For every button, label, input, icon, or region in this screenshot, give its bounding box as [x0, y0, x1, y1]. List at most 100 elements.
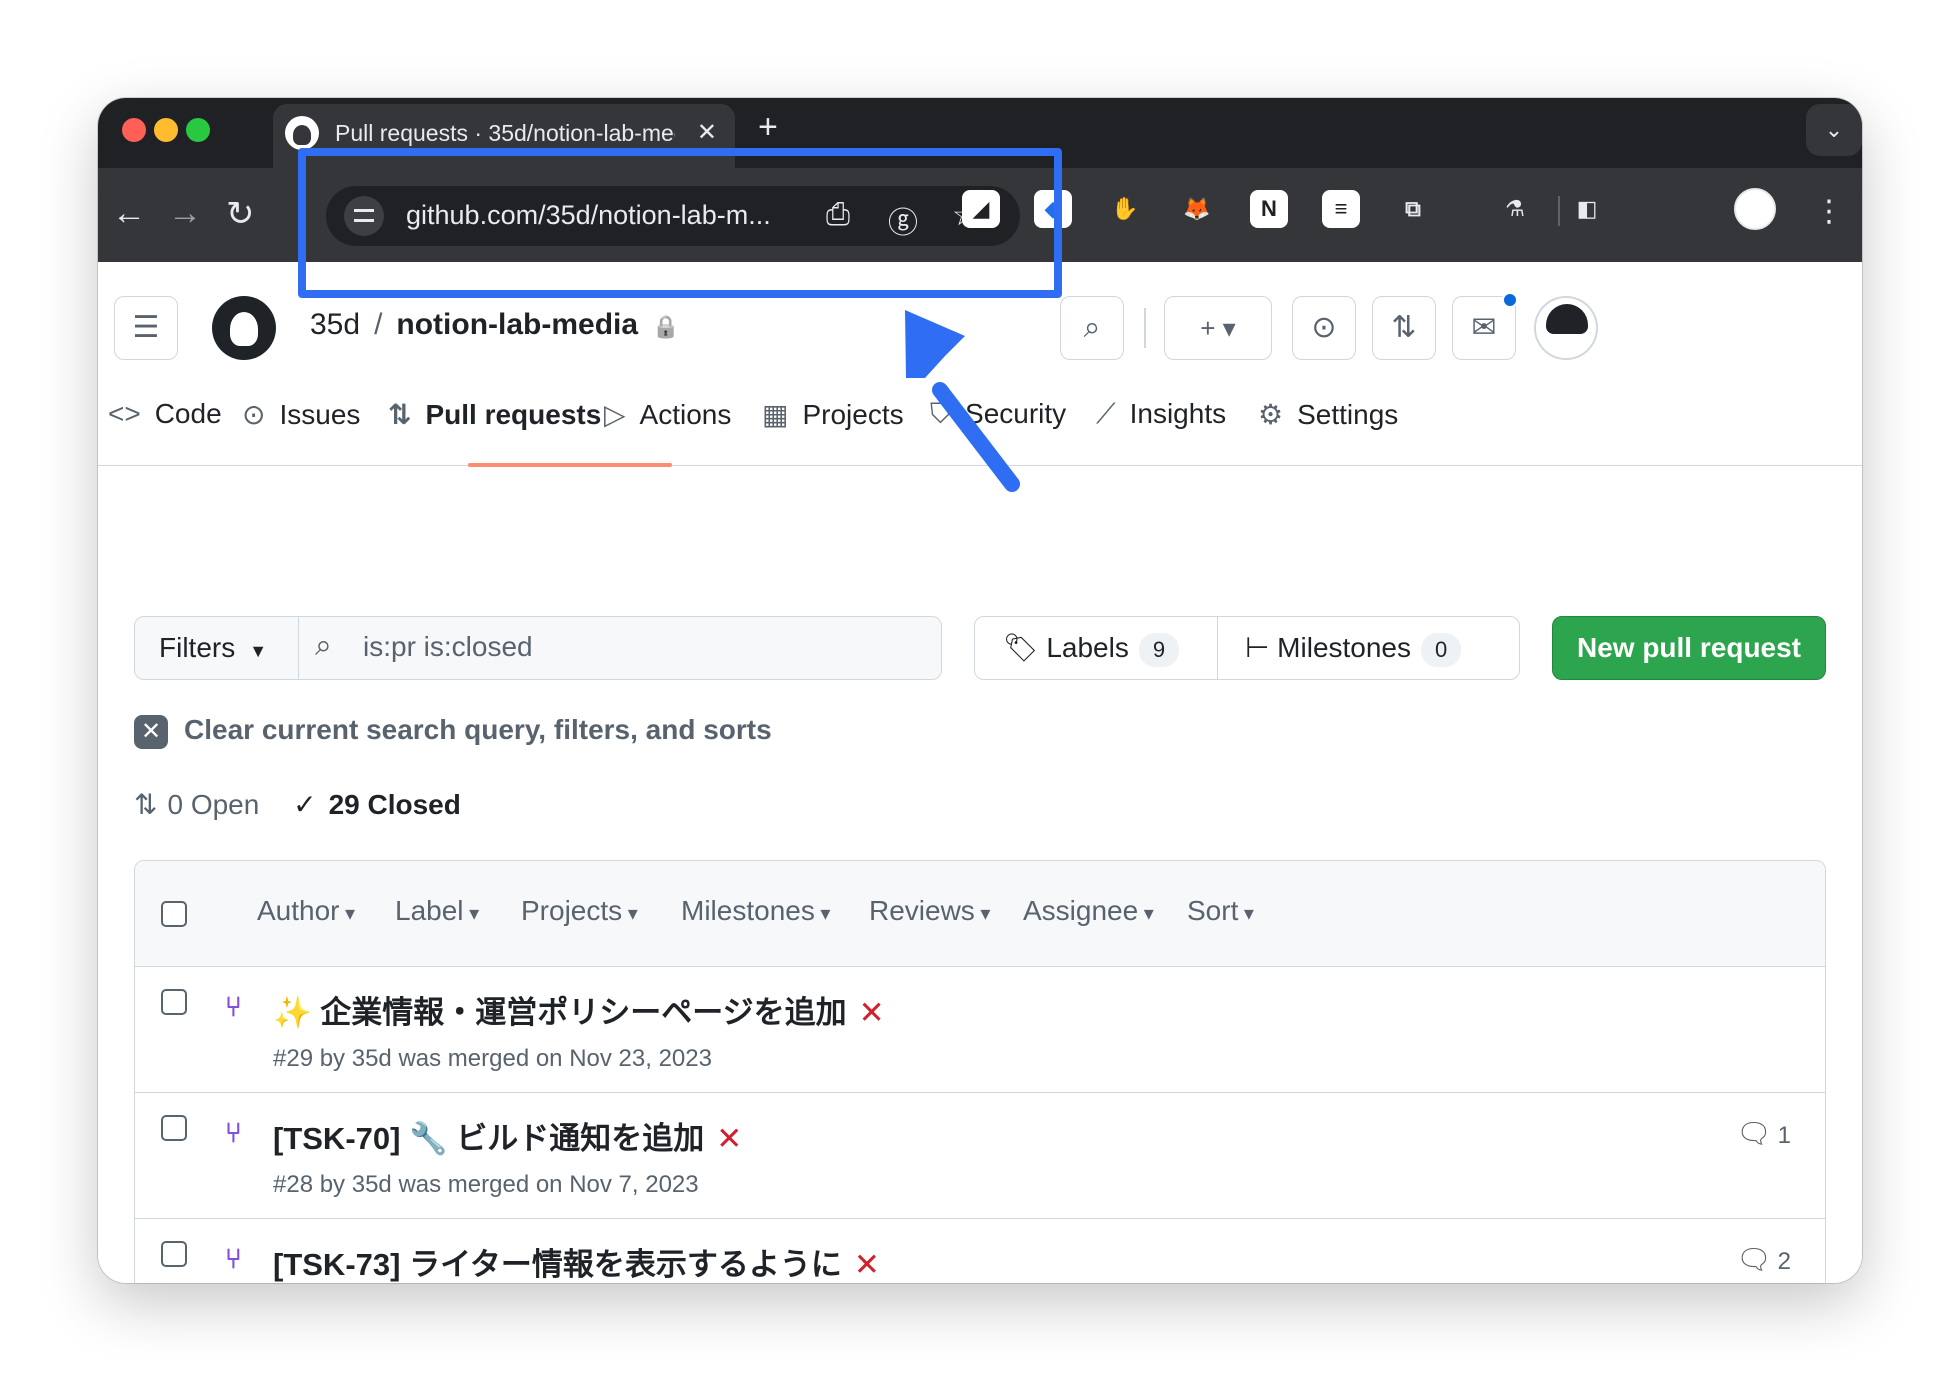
install-app-icon[interactable]: ⎙: [826, 198, 850, 232]
tab-label: Settings: [1297, 399, 1399, 430]
metamask-ext-icon[interactable]: 🦊: [1178, 190, 1216, 228]
table-row: ⑂[TSK-73] ライター情報を表示するように✕#27 by 35d was …: [135, 1219, 1825, 1283]
new-pull-request-button[interactable]: New pull request: [1552, 616, 1826, 680]
create-new-button[interactable]: + ▾: [1164, 296, 1272, 360]
browser-tab[interactable]: Pull requests · 35d/notion-lab-media ✕: [273, 104, 735, 168]
header-divider: [1144, 308, 1146, 348]
code-ext-icon[interactable]: ◆: [1034, 190, 1072, 228]
clear-filters-link[interactable]: ✕ Clear current search query, filters, an…: [134, 714, 772, 749]
back-button[interactable]: ←: [112, 194, 146, 233]
tab-settings[interactable]: ⚙ Settings: [1258, 398, 1398, 431]
issues-button[interactable]: ⊙: [1292, 296, 1356, 360]
open-prs-link[interactable]: ⇅ 0 Open: [134, 789, 259, 820]
row-checkbox[interactable]: [161, 1241, 187, 1267]
pr-title-link[interactable]: [TSK-70] 🔧 ビルド通知を追加 ✕: [273, 1113, 742, 1158]
global-menu-button[interactable]: ☰: [114, 296, 178, 360]
minimize-window-button[interactable]: [154, 118, 178, 142]
telegram-ext-icon[interactable]: ◢: [962, 190, 1000, 228]
puzzle-ext-icon[interactable]: ⧉: [1394, 190, 1432, 228]
open-count: 0 Open: [167, 789, 260, 820]
close-window-button[interactable]: [122, 118, 146, 142]
reload-button[interactable]: ↻: [226, 194, 255, 234]
check-failed-icon[interactable]: ✕: [854, 1247, 880, 1282]
filters-dropdown[interactable]: Filters ▼: [135, 617, 299, 679]
tag-icon: 🏷︎: [1003, 632, 1039, 663]
chrome-menu-icon[interactable]: ⋮: [1814, 194, 1844, 229]
comment-count: 2: [1777, 1248, 1791, 1275]
milestone-icon: ⊢: [1245, 632, 1270, 663]
repo-owner-link[interactable]: 35d: [310, 308, 360, 341]
side-panel-icon[interactable]: ◧: [1568, 190, 1606, 228]
pull-requests-icon: ⇅: [388, 399, 412, 430]
security-icon: ⛉: [930, 398, 952, 429]
search-button[interactable]: ⌕: [1060, 296, 1124, 360]
forward-button[interactable]: →: [168, 194, 202, 233]
list-header: Author Label Projects Milestones Reviews Assi…: [135, 861, 1825, 967]
chat-ext-icon[interactable]: ≡: [1322, 190, 1360, 228]
labs-ext-icon[interactable]: ⚗: [1496, 190, 1534, 228]
milestones-filter-dropdown[interactable]: Milestones: [681, 895, 830, 927]
site-info-icon[interactable]: [344, 196, 384, 236]
search-input[interactable]: ⌕ is:pr is:closed: [299, 617, 941, 679]
tab-title: Pull requests · 35d/notion-lab-media: [335, 120, 675, 146]
milestones-button[interactable]: ⊢ Milestones 0: [1245, 617, 1462, 679]
projects-filter-dropdown[interactable]: Projects: [521, 895, 638, 927]
filter-bar: Filters ▼ ⌕ is:pr is:closed: [134, 616, 942, 680]
check-failed-icon[interactable]: ✕: [859, 995, 885, 1030]
private-lock-icon: 🔒: [652, 314, 680, 339]
closed-prs-link[interactable]: ✓ 29 Closed: [293, 789, 461, 820]
new-tab-button[interactable]: +: [758, 108, 778, 147]
pr-title-link[interactable]: ✨ 企業情報・運営ポリシーページを追加 ✕: [273, 987, 885, 1032]
comment-count: 1: [1777, 1122, 1791, 1149]
pr-meta: #28 by 35d was merged on Nov 7, 2023: [273, 1171, 699, 1198]
label-filter-dropdown[interactable]: Label: [395, 895, 479, 927]
user-avatar[interactable]: [1534, 296, 1598, 360]
comments-link[interactable]: 🗨︎ 1: [1736, 1117, 1791, 1150]
settings-icon: ⚙: [1258, 399, 1284, 430]
address-bar[interactable]: github.com/35d/notion-lab-m... ⎙ ⓖ ☆: [326, 186, 1020, 246]
url-text[interactable]: github.com/35d/notion-lab-m...: [406, 200, 771, 231]
tab-actions[interactable]: ▷ Actions: [604, 398, 731, 431]
ghostery-ext-icon[interactable]: ✋: [1106, 190, 1144, 228]
translate-icon[interactable]: ⓖ: [888, 198, 918, 242]
tab-issues[interactable]: ⊙ Issues: [242, 398, 360, 431]
profile-avatar[interactable]: [1734, 188, 1776, 230]
github-logo-icon[interactable]: [212, 296, 276, 360]
tab-pull-requests[interactable]: ⇅ Pull requests: [388, 398, 601, 431]
reviews-filter-dropdown[interactable]: Reviews: [869, 895, 990, 927]
zoom-window-button[interactable]: [186, 118, 210, 142]
closed-count: 29 Closed: [328, 789, 461, 820]
tab-bar: Pull requests · 35d/notion-lab-media ✕ +…: [98, 98, 1862, 168]
tab-insights[interactable]: ⟋ Insights: [1096, 398, 1226, 431]
pr-state-toggle: ⇅ 0 Open ✓ 29 Closed: [134, 788, 461, 821]
tab-close-icon[interactable]: ✕: [697, 118, 717, 147]
chevron-down-icon: ▼: [249, 641, 268, 661]
labels-label: Labels: [1046, 632, 1129, 663]
tab-projects[interactable]: ▦ Projects: [762, 398, 904, 431]
tab-code[interactable]: <> Code: [108, 398, 222, 430]
table-row: ⑂ ✨ 企業情報・運営ポリシーページを追加 ✕ #29 by 35d was merg…: [135, 967, 1825, 1093]
tab-label: Actions: [639, 399, 732, 430]
repo-name-link[interactable]: notion-lab-media: [396, 308, 638, 341]
tab-security[interactable]: ⛉ Security: [930, 398, 1066, 431]
browser-window: Pull requests · 35d/notion-lab-media ✕ +…: [98, 98, 1862, 1283]
select-all-checkbox[interactable]: [161, 901, 187, 927]
active-tab-underline: [468, 463, 672, 467]
row-checkbox[interactable]: [161, 1115, 187, 1141]
tab-search-button[interactable]: ⌄: [1806, 104, 1862, 156]
labels-button[interactable]: 🏷︎ Labels 9: [1003, 617, 1180, 679]
author-filter-dropdown[interactable]: Author: [257, 895, 355, 927]
pr-title-link[interactable]: [TSK-73] ライター情報を表示するように ✕: [273, 1239, 880, 1283]
table-row: ⑂ [TSK-70] 🔧 ビルド通知を追加 ✕ #28 by 35d was merg…: [135, 1093, 1825, 1219]
assignee-filter-dropdown[interactable]: Assignee: [1023, 895, 1154, 927]
pull-request-icon: ⇅: [134, 789, 158, 820]
breadcrumb-separator: /: [374, 308, 383, 341]
check-failed-icon[interactable]: ✕: [716, 1121, 742, 1156]
notion-ext-icon[interactable]: N: [1250, 190, 1288, 228]
search-query[interactable]: is:pr is:closed: [363, 631, 533, 663]
row-checkbox[interactable]: [161, 989, 187, 1015]
pull-requests-button[interactable]: ⇅: [1372, 296, 1436, 360]
sort-filter-dropdown[interactable]: Sort: [1187, 895, 1254, 927]
merged-pr-icon: ⑂: [225, 991, 242, 1022]
comments-link[interactable]: 🗨︎ 2: [1736, 1243, 1791, 1276]
